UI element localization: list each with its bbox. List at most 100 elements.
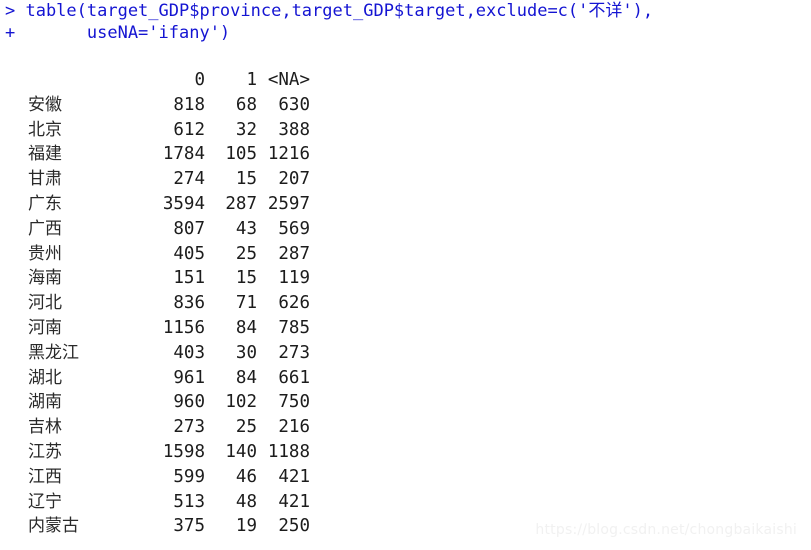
table-row: 吉林 273 25 216 — [0, 415, 310, 440]
table-row: 湖南 960 102 750 — [0, 390, 310, 415]
cell-col-0: 375 — [173, 516, 205, 537]
command-line-1: > table(target_GDP$province,target_GDP$t… — [5, 1, 654, 21]
cell-col-0: 151 — [173, 268, 205, 289]
cell-col-1: 105 — [225, 144, 257, 165]
cell-col-1: 15 — [235, 169, 257, 190]
row-label: 辽宁 — [28, 491, 62, 512]
row-label: 河北 — [28, 293, 62, 314]
cell-col-1: 84 — [235, 367, 257, 388]
row-label: 黑龙江 — [28, 342, 79, 363]
cell-col-0: 807 — [173, 218, 205, 239]
cell-col-na: 2597 — [267, 193, 310, 214]
table-header-col-na: <NA> — [267, 70, 310, 90]
cell-col-na: 250 — [278, 516, 310, 537]
table-header-col-1: 1 — [246, 70, 257, 90]
cell-col-na: 421 — [278, 491, 310, 512]
cell-col-na: 626 — [278, 293, 310, 314]
table-row: 福建 1784 105 1216 — [0, 142, 310, 167]
cell-col-1: 30 — [235, 342, 257, 363]
cell-col-0: 836 — [173, 293, 205, 314]
cell-col-0: 1156 — [162, 317, 205, 338]
table-row: 北京 612 32 388 — [0, 118, 310, 143]
row-label: 广西 — [28, 218, 62, 239]
cell-col-na: 273 — [278, 342, 310, 363]
row-label: 北京 — [28, 119, 62, 140]
cell-col-1: 25 — [235, 243, 257, 264]
cell-col-na: 661 — [278, 367, 310, 388]
table-row: 广西 807 43 569 — [0, 217, 310, 242]
cell-col-0: 403 — [173, 342, 205, 363]
row-label: 海南 — [28, 268, 62, 289]
table-row: 安徽 818 68 630 — [0, 93, 310, 118]
row-label: 江苏 — [28, 441, 62, 462]
table-row: 广东 3594 287 2597 — [0, 192, 310, 217]
row-label: 江西 — [28, 466, 62, 487]
contingency-table: 0 1 <NA> 安徽 818 68 630 北京 612 32 388 福建 1784 105 12… — [0, 68, 310, 539]
table-row: 江西 599 46 421 — [0, 465, 310, 490]
cell-col-0: 3594 — [162, 193, 205, 214]
csdn-watermark: https://blog.csdn.net/chongbaikaishi — [535, 522, 797, 538]
table-row: 海南 151 15 119 — [0, 266, 310, 291]
cell-col-1: 25 — [235, 417, 257, 438]
cell-col-na: 1188 — [267, 441, 310, 462]
cell-col-na: 207 — [278, 169, 310, 190]
cell-col-0: 599 — [173, 466, 205, 487]
cell-col-0: 273 — [173, 417, 205, 438]
cell-col-na: 421 — [278, 466, 310, 487]
row-label: 甘肃 — [28, 169, 62, 190]
table-row: 江苏 1598 140 1188 — [0, 440, 310, 465]
cell-col-0: 405 — [173, 243, 205, 264]
cell-col-1: 46 — [235, 466, 257, 487]
command-line-2: + useNA='ifany') — [5, 23, 231, 43]
table-row: 黑龙江 403 30 273 — [0, 341, 310, 366]
cell-col-1: 43 — [235, 218, 257, 239]
cell-col-1: 68 — [235, 94, 257, 115]
command-echo-block: > table(target_GDP$province,target_GDP$t… — [0, 0, 811, 44]
row-label: 湖北 — [28, 367, 62, 388]
table-row: 贵州 405 25 287 — [0, 242, 310, 267]
cell-col-na: 388 — [278, 119, 310, 140]
cell-col-0: 612 — [173, 119, 205, 140]
cell-col-0: 274 — [173, 169, 205, 190]
cell-col-na: 630 — [278, 94, 310, 115]
cell-col-0: 960 — [173, 392, 205, 413]
cell-col-0: 961 — [173, 367, 205, 388]
table-row: 辽宁 513 48 421 — [0, 490, 310, 515]
row-label: 河南 — [28, 317, 62, 338]
cell-col-1: 19 — [235, 516, 257, 537]
cell-col-1: 140 — [225, 441, 257, 462]
cell-col-1: 84 — [235, 317, 257, 338]
row-label: 福建 — [28, 144, 62, 165]
cell-col-1: 287 — [225, 193, 257, 214]
cell-col-1: 71 — [235, 293, 257, 314]
cell-col-1: 32 — [235, 119, 257, 140]
row-label: 贵州 — [28, 243, 62, 264]
row-label: 吉林 — [28, 417, 62, 438]
table-row: 内蒙古 375 19 250 — [0, 514, 310, 539]
table-header-row: 0 1 <NA> — [0, 68, 310, 93]
row-label: 内蒙古 — [28, 516, 79, 537]
cell-col-na: 216 — [278, 417, 310, 438]
table-row: 河南 1156 84 785 — [0, 316, 310, 341]
cell-col-na: 1216 — [267, 144, 310, 165]
table-row: 湖北 961 84 661 — [0, 366, 310, 391]
cell-col-1: 48 — [235, 491, 257, 512]
cell-col-0: 513 — [173, 491, 205, 512]
cell-col-1: 15 — [235, 268, 257, 289]
cell-col-1: 102 — [225, 392, 257, 413]
cell-col-0: 818 — [173, 94, 205, 115]
cell-col-na: 119 — [278, 268, 310, 289]
cell-col-na: 785 — [278, 317, 310, 338]
cell-col-0: 1598 — [162, 441, 205, 462]
cell-col-na: 569 — [278, 218, 310, 239]
cell-col-na: 750 — [278, 392, 310, 413]
row-label: 湖南 — [28, 392, 62, 413]
row-label: 安徽 — [28, 94, 62, 115]
table-header-col-0: 0 — [194, 70, 205, 90]
table-row: 甘肃 274 15 207 — [0, 167, 310, 192]
cell-col-0: 1784 — [162, 144, 205, 165]
table-row: 河北 836 71 626 — [0, 291, 310, 316]
row-label: 广东 — [28, 193, 62, 214]
cell-col-na: 287 — [278, 243, 310, 264]
r-console-output: > table(target_GDP$province,target_GDP$t… — [0, 0, 811, 550]
